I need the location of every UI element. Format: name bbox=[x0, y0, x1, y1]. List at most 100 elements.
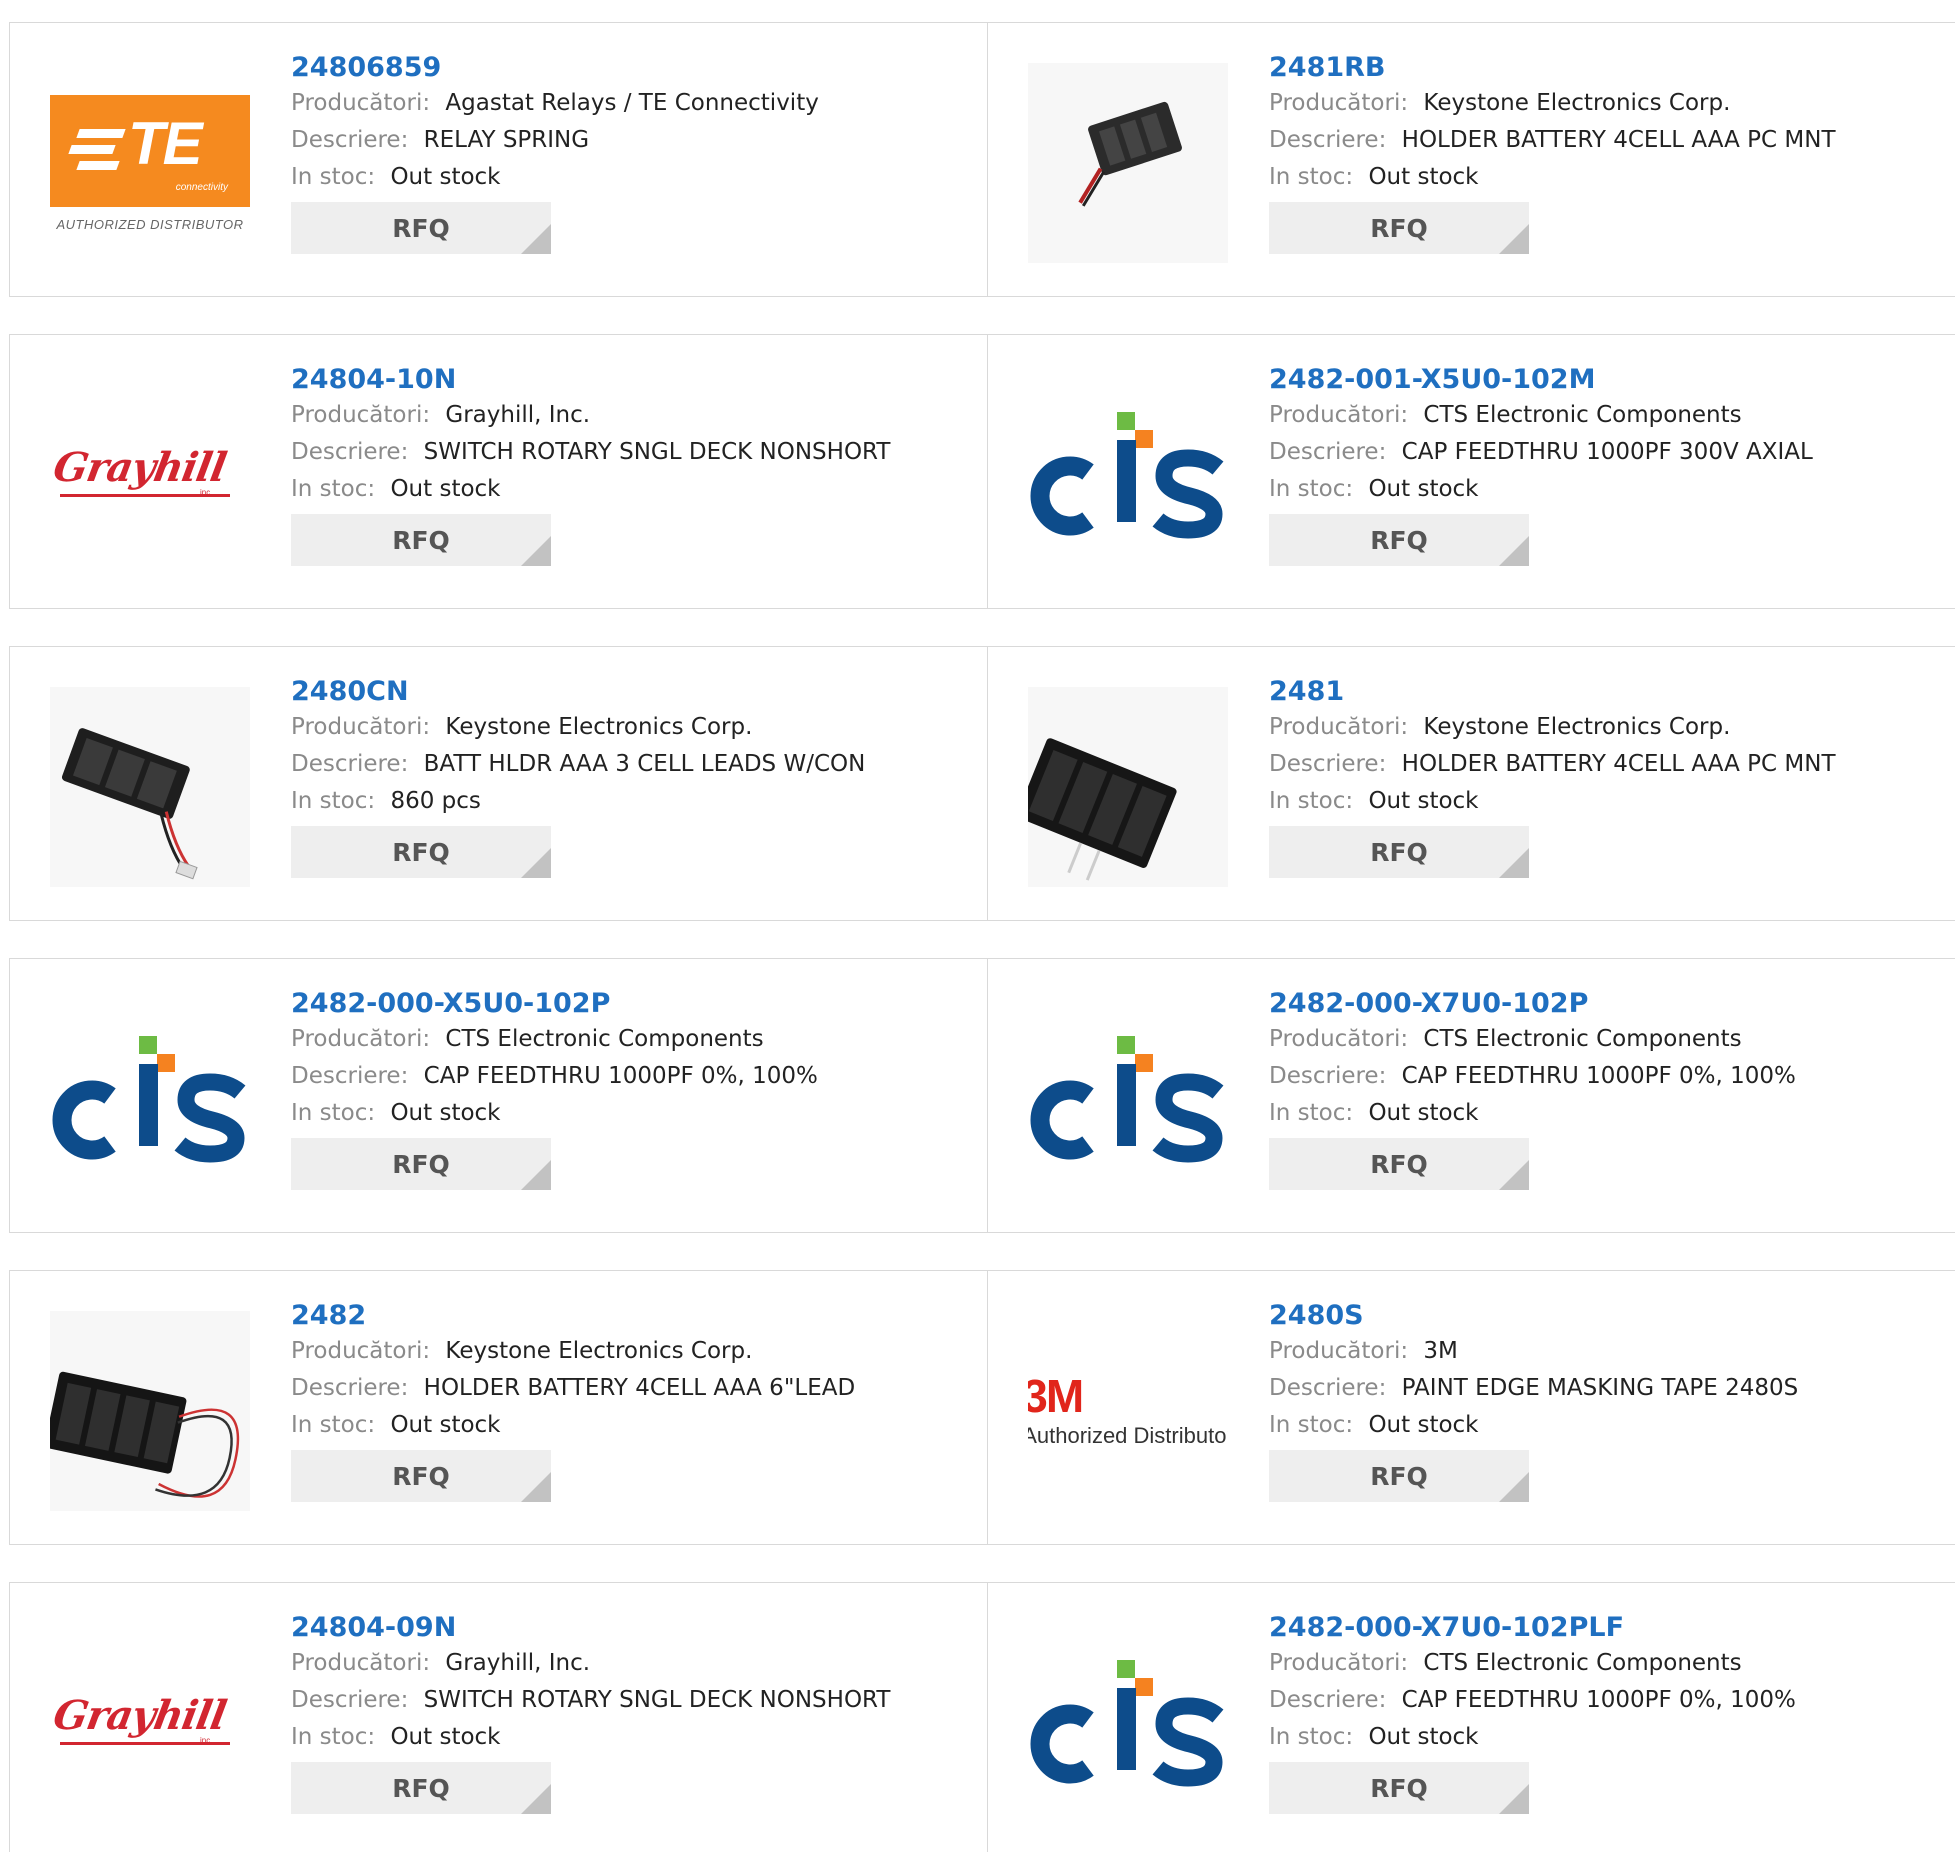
description-row: Descriere: CAP FEEDTHRU 1000PF 300V AXIA… bbox=[1269, 434, 1953, 471]
manufacturer-label: Producători: bbox=[291, 1338, 431, 1364]
description-label: Descriere: bbox=[1269, 1375, 1387, 1401]
cts-logo bbox=[52, 1036, 246, 1163]
part-number-link[interactable]: 24806859 bbox=[291, 51, 975, 85]
product-image[interactable]: Grayhill inc. bbox=[50, 375, 250, 575]
battery-holder-icon bbox=[1028, 687, 1228, 887]
description-label: Descriere: bbox=[1269, 439, 1387, 465]
description-value: CAP FEEDTHRU 1000PF 300V AXIAL bbox=[1401, 439, 1813, 465]
product-info: 2481 Producători: Keystone Electronics C… bbox=[1269, 675, 1953, 878]
rfq-button[interactable]: RFQ bbox=[291, 826, 551, 878]
part-number-link[interactable]: 2482-001-X5U0-102M bbox=[1269, 363, 1953, 397]
part-number-link[interactable]: 2482 bbox=[291, 1299, 975, 1333]
product-card: 2482-000-X5U0-102P Producători: CTS Elec… bbox=[10, 959, 985, 1232]
description-value: RELAY SPRING bbox=[423, 127, 590, 153]
product-image[interactable] bbox=[1028, 1623, 1228, 1823]
rfq-button[interactable]: RFQ bbox=[291, 1450, 551, 1502]
manufacturer-label: Producători: bbox=[1269, 402, 1409, 428]
product-image[interactable]: Grayhill inc. bbox=[50, 1623, 250, 1823]
description-label: Descriere: bbox=[291, 439, 409, 465]
manufacturer-value: Grayhill, Inc. bbox=[445, 402, 591, 428]
stock-value: Out stock bbox=[390, 1724, 501, 1750]
part-number-link[interactable]: 2480S bbox=[1269, 1299, 1953, 1333]
product-info: 24804-09N Producători: Grayhill, Inc. De… bbox=[291, 1611, 975, 1814]
product-image[interactable]: TE connectivity AUTHORIZED DISTRIBUTOR bbox=[50, 63, 250, 263]
stock-label: In stoc: bbox=[1269, 1724, 1354, 1750]
cts-logo bbox=[1030, 1660, 1224, 1787]
stock-row: In stoc: Out stock bbox=[291, 159, 975, 196]
product-info: 24806859 Producători: Agastat Relays / T… bbox=[291, 51, 975, 254]
product-row: 2480CN Producători: Keystone Electronics… bbox=[9, 646, 1955, 921]
manufacturer-row: Producători: Grayhill, Inc. bbox=[291, 1645, 975, 1682]
manufacturer-value: Keystone Electronics Corp. bbox=[1423, 90, 1731, 116]
part-number-link[interactable]: 24804-10N bbox=[291, 363, 975, 397]
description-label: Descriere: bbox=[1269, 1063, 1387, 1089]
product-image[interactable] bbox=[50, 1311, 250, 1511]
description-label: Descriere: bbox=[1269, 751, 1387, 777]
product-info: 2481RB Producători: Keystone Electronics… bbox=[1269, 51, 1953, 254]
3m-logo: 3M Authorized Distributor bbox=[1028, 1373, 1228, 1449]
part-number-link[interactable]: 2481RB bbox=[1269, 51, 1953, 85]
grayhill-logo: Grayhill inc. bbox=[50, 440, 250, 510]
part-number-link[interactable]: 2482-000-X5U0-102P bbox=[291, 987, 975, 1021]
product-image[interactable] bbox=[1028, 999, 1228, 1199]
stock-value: 860 pcs bbox=[390, 788, 481, 814]
product-image[interactable] bbox=[1028, 63, 1228, 263]
manufacturer-label: Producători: bbox=[291, 714, 431, 740]
manufacturer-row: Producători: Keystone Electronics Corp. bbox=[291, 709, 975, 746]
manufacturer-row: Producători: Agastat Relays / TE Connect… bbox=[291, 85, 975, 122]
part-number-link[interactable]: 2482-000-X7U0-102PLF bbox=[1269, 1611, 1953, 1645]
stock-label: In stoc: bbox=[1269, 788, 1354, 814]
stock-row: In stoc: Out stock bbox=[1269, 471, 1953, 508]
stock-label: In stoc: bbox=[291, 788, 376, 814]
description-row: Descriere: CAP FEEDTHRU 1000PF 0%, 100% bbox=[1269, 1682, 1953, 1719]
stock-label: In stoc: bbox=[291, 1724, 376, 1750]
product-image[interactable] bbox=[1028, 687, 1228, 887]
product-row: Grayhill inc. 24804-09N Producători: Gra… bbox=[9, 1582, 1955, 1852]
product-row: 2482 Producători: Keystone Electronics C… bbox=[9, 1270, 1955, 1545]
product-info: 2482-000-X7U0-102P Producători: CTS Elec… bbox=[1269, 987, 1953, 1190]
rfq-button[interactable]: RFQ bbox=[1269, 1138, 1529, 1190]
part-number-link[interactable]: 2480CN bbox=[291, 675, 975, 709]
stock-label: In stoc: bbox=[291, 476, 376, 502]
stock-row: In stoc: Out stock bbox=[1269, 1719, 1953, 1756]
product-card: 3M Authorized Distributor 2480S Producăt… bbox=[988, 1271, 1955, 1544]
description-value: SWITCH ROTARY SNGL DECK NONSHORT bbox=[423, 439, 891, 465]
product-image[interactable] bbox=[1028, 375, 1228, 575]
part-number-link[interactable]: 2481 bbox=[1269, 675, 1953, 709]
manufacturer-label: Producători: bbox=[1269, 1338, 1409, 1364]
product-image[interactable] bbox=[50, 999, 250, 1199]
rfq-button[interactable]: RFQ bbox=[291, 514, 551, 566]
rfq-button[interactable]: RFQ bbox=[291, 202, 551, 254]
rfq-button[interactable]: RFQ bbox=[1269, 1450, 1529, 1502]
rfq-button[interactable]: RFQ bbox=[1269, 826, 1529, 878]
rfq-button[interactable]: RFQ bbox=[1269, 202, 1529, 254]
product-image[interactable]: 3M Authorized Distributor bbox=[1028, 1311, 1228, 1511]
description-row: Descriere: BATT HLDR AAA 3 CELL LEADS W/… bbox=[291, 746, 975, 783]
part-number-link[interactable]: 2482-000-X7U0-102P bbox=[1269, 987, 1953, 1021]
description-row: Descriere: HOLDER BATTERY 4CELL AAA 6"LE… bbox=[291, 1370, 975, 1407]
grayhill-logo: Grayhill inc. bbox=[50, 1688, 250, 1758]
description-row: Descriere: HOLDER BATTERY 4CELL AAA PC M… bbox=[1269, 746, 1953, 783]
te-logo-caption: AUTHORIZED DISTRIBUTOR bbox=[56, 216, 244, 232]
description-label: Descriere: bbox=[1269, 127, 1387, 153]
grayhill-logo-sub: inc. bbox=[200, 488, 213, 497]
description-label: Descriere: bbox=[291, 751, 409, 777]
te-logo-mark: TE bbox=[128, 109, 203, 177]
rfq-button[interactable]: RFQ bbox=[1269, 1762, 1529, 1814]
product-info: 2480CN Producători: Keystone Electronics… bbox=[291, 675, 975, 878]
manufacturer-row: Producători: 3M bbox=[1269, 1333, 1953, 1370]
product-card: Grayhill inc. 24804-09N Producători: Gra… bbox=[10, 1583, 985, 1852]
manufacturer-label: Producători: bbox=[291, 402, 431, 428]
product-image[interactable] bbox=[50, 687, 250, 887]
manufacturer-value: Keystone Electronics Corp. bbox=[1423, 714, 1731, 740]
rfq-button[interactable]: RFQ bbox=[1269, 514, 1529, 566]
part-number-link[interactable]: 24804-09N bbox=[291, 1611, 975, 1645]
stock-row: In stoc: Out stock bbox=[1269, 1407, 1953, 1444]
stock-row: In stoc: 860 pcs bbox=[291, 783, 975, 820]
rfq-button[interactable]: RFQ bbox=[291, 1138, 551, 1190]
manufacturer-value: CTS Electronic Components bbox=[1423, 402, 1742, 428]
grayhill-logo-mark: Grayhill bbox=[50, 444, 230, 491]
product-card: 2480CN Producători: Keystone Electronics… bbox=[10, 647, 985, 920]
rfq-button[interactable]: RFQ bbox=[291, 1762, 551, 1814]
product-info: 2482-000-X5U0-102P Producători: CTS Elec… bbox=[291, 987, 975, 1190]
